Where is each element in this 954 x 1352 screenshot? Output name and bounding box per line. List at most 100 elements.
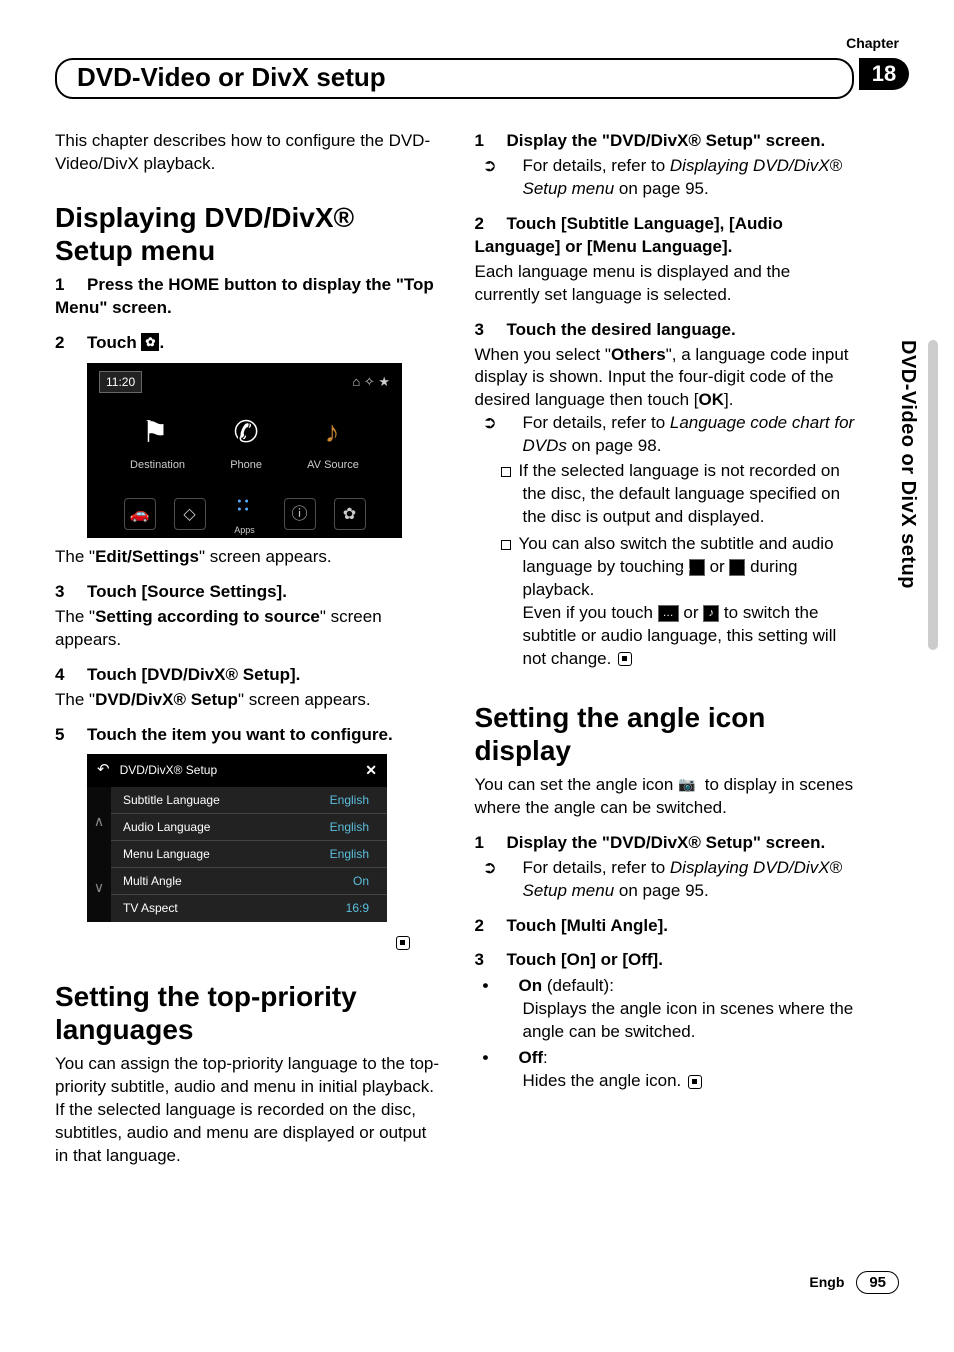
caption-text: The " <box>55 547 95 566</box>
option-name: Others <box>611 345 666 364</box>
body-text: When you select " <box>475 345 611 364</box>
option-body: Hides the angle icon. <box>523 1071 682 1090</box>
body-text: Each language menu is displayed and the … <box>475 261 860 307</box>
ref-text: For details, refer to <box>523 413 670 432</box>
step-number: 4 <box>55 664 87 687</box>
menu-phone: ✆Phone <box>221 408 271 473</box>
heading-top-priority-languages: Setting the top-priority languages <box>55 980 440 1047</box>
setup-list-screenshot: ↶ DVD/DivX® Setup ✕ ∧ ∨ Subtitle Languag… <box>87 754 387 921</box>
section-end-icon <box>396 936 410 950</box>
screen-name: DVD/DivX® Setup <box>95 690 238 709</box>
option-off: Off <box>519 1048 544 1067</box>
step-text: Press the HOME button to display the "To… <box>55 275 434 317</box>
body-text: ]. <box>724 390 733 409</box>
chapter-label: Chapter <box>846 35 899 51</box>
step-number: 1 <box>475 130 507 153</box>
step-number: 1 <box>475 832 507 855</box>
step-text: Display the "DVD/DivX® Setup" screen. <box>507 833 826 852</box>
arrow-icon: ➲ <box>503 412 523 435</box>
audio-icon: ♪ <box>703 605 719 622</box>
note-text: or <box>679 603 704 622</box>
caption-text: The " <box>55 690 95 709</box>
box-bullet-icon <box>501 540 511 550</box>
close-icon: ✕ <box>365 761 377 780</box>
option-tail: : <box>543 1048 548 1067</box>
language-code: Engb <box>809 1274 844 1290</box>
chevron-up-icon: ∧ <box>94 812 104 831</box>
top-menu-screenshot: 11:20 ⌂ ✧ ★ ⚑Destination ✆Phone ♪AV Sour… <box>87 363 402 538</box>
option-tail: (default): <box>542 976 614 995</box>
step-text-tail: . <box>159 333 164 352</box>
list-item: Menu LanguageEnglish <box>111 840 387 867</box>
subtitle-icon: … <box>658 605 679 622</box>
subtitle-icon: … <box>689 559 705 576</box>
side-tab-text: DVD-Video or DivX setup <box>896 340 919 589</box>
list-item: Multi AngleOn <box>111 867 387 894</box>
step-text: Touch the item you want to configure. <box>87 725 393 744</box>
gear-icon: ✿ <box>141 333 159 351</box>
page-number: 95 <box>856 1271 899 1294</box>
step-text: Touch [Source Settings]. <box>87 582 287 601</box>
caption-text: The " <box>55 607 95 626</box>
screen-name: Edit/Settings <box>95 547 199 566</box>
section-end-icon <box>688 1075 702 1089</box>
list-item: Subtitle LanguageEnglish <box>111 787 387 813</box>
option-body: Displays the angle icon in scenes where … <box>475 998 860 1044</box>
clock-display: 11:20 <box>99 371 142 393</box>
settings-list: Subtitle LanguageEnglish Audio LanguageE… <box>111 787 387 922</box>
step-number: 5 <box>55 724 87 747</box>
page-footer: Engb 95 <box>809 1271 899 1294</box>
chapter-number-tab: 18 <box>859 58 909 90</box>
body-text: You can assign the top-priority language… <box>55 1053 440 1168</box>
step-text: Touch [Multi Angle]. <box>507 916 668 935</box>
note-text: If the selected language is not recorded… <box>519 461 841 526</box>
ref-text: on page 98. <box>567 436 662 455</box>
step-number: 1 <box>55 274 87 297</box>
caption-text: " screen appears. <box>199 547 332 566</box>
body-text: You can set the angle icon <box>475 775 679 794</box>
step-number: 3 <box>475 319 507 342</box>
ref-text: For details, refer to <box>523 858 670 877</box>
note-text: Even if you touch <box>523 603 658 622</box>
ref-text: on page 95. <box>614 179 709 198</box>
step-text: Touch [On] or [Off]. <box>507 950 663 969</box>
step-text: Display the "DVD/DivX® Setup" screen. <box>507 131 826 150</box>
caption-text: " screen appears. <box>238 690 371 709</box>
list-item: Audio LanguageEnglish <box>111 813 387 840</box>
side-tab: DVD-Video or DivX setup <box>896 340 926 650</box>
bullet-icon: • <box>503 975 519 998</box>
status-icons: ⌂ ✧ ★ <box>352 373 390 391</box>
arrow-icon: ➲ <box>503 857 523 880</box>
left-column: This chapter describes how to configure … <box>55 130 440 1168</box>
right-column: 1Display the "DVD/DivX® Setup" screen. ➲… <box>475 130 860 1168</box>
box-bullet-icon <box>501 467 511 477</box>
step-number: 2 <box>55 332 87 355</box>
arrow-icon: ➲ <box>503 155 523 178</box>
back-icon: ↶ <box>97 760 110 780</box>
menu-av-source: ♪AV Source <box>307 408 359 473</box>
heading-angle-icon-display: Setting the angle icon display <box>475 701 860 768</box>
heading-displaying-setup: Displaying DVD/DivX® Setup menu <box>55 201 440 268</box>
angle-icon <box>678 777 700 793</box>
step-number: 2 <box>475 915 507 938</box>
section-end-icon <box>618 652 632 666</box>
screen-name: Setting according to source <box>95 607 320 626</box>
screen-title: DVD/DivX® Setup <box>110 762 366 778</box>
step-text: Touch <box>87 333 141 352</box>
bottom-icon: ◇ <box>174 498 206 530</box>
menu-destination: ⚑Destination <box>130 408 185 473</box>
list-item: TV Aspect16:9 <box>111 894 387 921</box>
side-tab-accent <box>928 340 938 650</box>
info-icon: ⓘ <box>284 498 316 530</box>
intro-text: This chapter describes how to configure … <box>55 130 440 176</box>
chevron-down-icon: ∨ <box>94 878 104 897</box>
page-title: DVD-Video or DivX setup <box>55 58 854 99</box>
step-text: Touch [DVD/DivX® Setup]. <box>87 665 300 684</box>
bottom-icon: 🚗 <box>124 498 156 530</box>
apps-icon: Apps <box>224 498 266 530</box>
bullet-icon: • <box>503 1047 519 1070</box>
ref-text: For details, refer to <box>523 156 670 175</box>
button-name: OK <box>699 390 725 409</box>
audio-icon: ♪ <box>729 559 745 576</box>
step-number: 3 <box>475 949 507 972</box>
